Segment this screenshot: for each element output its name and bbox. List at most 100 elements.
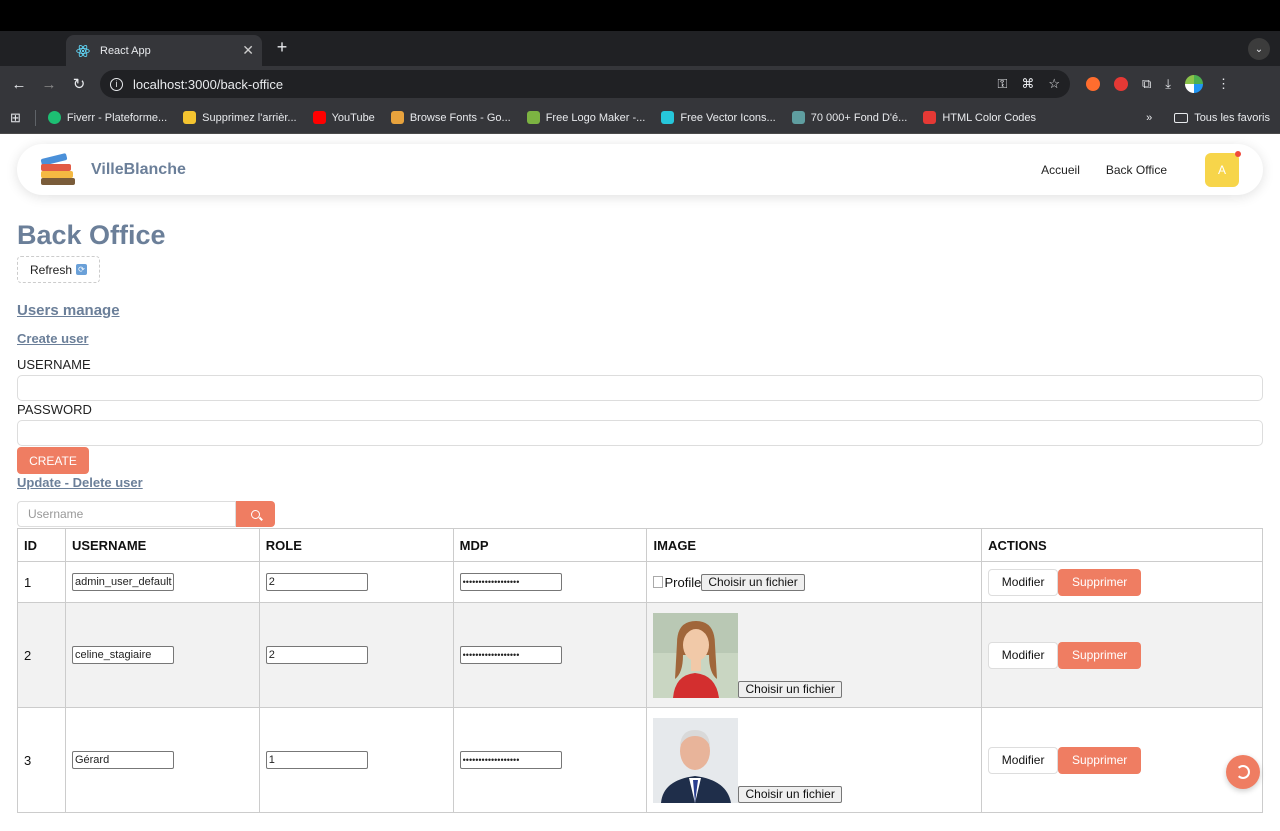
react-icon [76, 44, 90, 57]
col-header-id: ID [17, 528, 66, 562]
bookmark-favicon-icon [923, 111, 937, 124]
username-cell-input[interactable]: admin_user_default [71, 573, 174, 591]
username-label: USERNAME [17, 357, 91, 372]
page-content: VilleBlanche Accueil Back Office A Back … [0, 134, 1280, 831]
modify-button[interactable]: Modifier [988, 641, 1059, 669]
nav-link-back-office[interactable]: Back Office [1106, 163, 1167, 177]
role-cell-input[interactable]: 2 [265, 646, 368, 664]
refresh-label: Refresh [30, 262, 73, 277]
browser-toolbar: ← → ↻ i localhost:3000/back-office ⚿ ⌘ ☆… [0, 66, 1280, 102]
bookmark-item[interactable]: Fiverr - Plateforme... [47, 111, 168, 124]
info-icon[interactable]: i [110, 77, 123, 91]
choose-file-button[interactable]: Choisir un fichier [701, 573, 805, 591]
tab-title: React App [100, 44, 151, 57]
folder-icon [1174, 112, 1189, 123]
puzzle-icon[interactable]: ⧉ [1142, 76, 1151, 92]
notification-dot [1235, 150, 1241, 157]
bookmark-label: Free Logo Maker -... [545, 111, 646, 124]
bookmark-label: Free Vector Icons... [680, 111, 776, 124]
modify-button[interactable]: Modifier [988, 746, 1059, 774]
refresh-icon: ⟳ [76, 264, 88, 275]
url-text[interactable]: localhost:3000/back-office [133, 77, 983, 92]
chevron-down-icon[interactable]: ⌄ [1248, 38, 1270, 60]
search-icon [251, 509, 260, 519]
role-cell-input[interactable]: 2 [265, 573, 368, 591]
bookmark-favicon-icon [661, 111, 675, 124]
address-bar[interactable]: i localhost:3000/back-office ⚿ ⌘ ☆ [100, 70, 1070, 98]
username-cell-input[interactable]: celine_stagiaire [71, 646, 174, 664]
username-cell-input[interactable]: Gérard [71, 751, 174, 769]
reload-icon[interactable]: ↻ [68, 75, 90, 93]
table-row: 2 celine_stagiaire 2 •••••••••••••••••• … [17, 602, 1263, 708]
refresh-button[interactable]: Refresh ⟳ [17, 256, 101, 283]
bookmark-item[interactable]: Browse Fonts - Go... [390, 111, 511, 124]
bookmarks-divider [34, 109, 36, 126]
forward-arrow-icon[interactable]: → [38, 76, 60, 93]
password-label: PASSWORD [17, 402, 92, 417]
bookmark-favicon-icon [183, 111, 197, 124]
col-header-image: IMAGE [646, 528, 983, 562]
col-header-mdp: MDP [452, 528, 648, 562]
bookmarks-more-button[interactable]: » [1146, 112, 1152, 124]
create-user-heading[interactable]: Create user [17, 331, 89, 346]
profile-avatar[interactable] [1185, 75, 1204, 93]
delete-button[interactable]: Supprimer [1058, 568, 1142, 596]
bookmark-item[interactable]: YouTube [312, 111, 375, 124]
extension-shield-icon[interactable] [1114, 77, 1128, 91]
avatar-letter: A [1217, 162, 1226, 177]
create-button[interactable]: CREATE [17, 447, 89, 474]
profile-photo-woman [653, 612, 739, 698]
back-arrow-icon[interactable]: ← [8, 76, 30, 93]
search-input[interactable]: Username [17, 501, 236, 527]
key-icon[interactable]: ⚿ [997, 76, 1007, 92]
bookmark-item[interactable]: HTML Color Codes [923, 111, 1036, 124]
password-cell-input[interactable]: •••••••••••••••••• [459, 573, 562, 591]
bookmark-label: Fiverr - Plateforme... [66, 111, 168, 124]
bookmark-item[interactable]: Supprimez l'arrièr... [183, 111, 297, 124]
apps-grid-icon[interactable]: ⊞ [10, 110, 21, 126]
choose-file-button[interactable]: Choisir un fichier [738, 680, 842, 698]
browser-tab[interactable]: React App ✕ [66, 35, 262, 66]
password-field[interactable] [17, 420, 1263, 446]
bookmark-label: 70 000+ Fond D'é... [810, 111, 908, 124]
brand-name[interactable]: VilleBlanche [91, 161, 186, 179]
nav-link-accueil[interactable]: Accueil [1041, 163, 1080, 177]
youtube-icon [312, 111, 326, 124]
cell-id: 3 [17, 707, 66, 813]
bookmark-label: Supprimez l'arrièr... [202, 111, 297, 124]
bookmark-item[interactable]: 70 000+ Fond D'é... [791, 111, 908, 124]
col-header-username: USERNAME [64, 528, 260, 562]
choose-file-button[interactable]: Choisir un fichier [738, 785, 842, 803]
broken-image-icon [653, 576, 664, 588]
translate-icon[interactable]: ⌘ [1021, 76, 1034, 92]
site-navbar: VilleBlanche Accueil Back Office A [17, 144, 1263, 195]
modify-button[interactable]: Modifier [988, 568, 1059, 596]
role-cell-input[interactable]: 1 [265, 751, 368, 769]
username-field[interactable] [17, 375, 1263, 401]
bookmark-item[interactable]: Free Vector Icons... [661, 111, 776, 124]
all-favorites-folder[interactable]: Tous les favoris [1174, 112, 1270, 124]
star-icon[interactable]: ☆ [1048, 76, 1060, 92]
extension-fire-icon[interactable] [1086, 77, 1100, 91]
books-logo-icon[interactable] [40, 152, 77, 186]
bookmark-item[interactable]: Free Logo Maker -... [526, 111, 646, 124]
broken-profile-image: Profile [653, 575, 701, 590]
search-button[interactable] [236, 501, 275, 527]
profile-photo-man [653, 717, 739, 803]
user-avatar[interactable]: A [1205, 150, 1241, 187]
delete-button[interactable]: Supprimer [1058, 746, 1142, 774]
kebab-menu-icon[interactable]: ⋮ [1217, 76, 1230, 92]
table-header-row: ID USERNAME ROLE MDP IMAGE ACTIONS [17, 528, 1263, 562]
bookmark-favicon-icon [47, 111, 61, 124]
users-manage-heading[interactable]: Users manage [17, 302, 120, 319]
page-title: Back Office [17, 220, 166, 250]
password-cell-input[interactable]: •••••••••••••••••• [459, 646, 562, 664]
download-icon[interactable]: ⤓ [1165, 76, 1171, 92]
sync-fab-button[interactable] [1226, 755, 1260, 789]
new-tab-button[interactable]: + [272, 37, 292, 58]
bookmark-favicon-icon [390, 111, 404, 124]
close-icon[interactable]: ✕ [242, 42, 254, 59]
password-cell-input[interactable]: •••••••••••••••••• [459, 751, 562, 769]
update-delete-heading[interactable]: Update - Delete user [17, 475, 143, 490]
delete-button[interactable]: Supprimer [1058, 641, 1142, 669]
